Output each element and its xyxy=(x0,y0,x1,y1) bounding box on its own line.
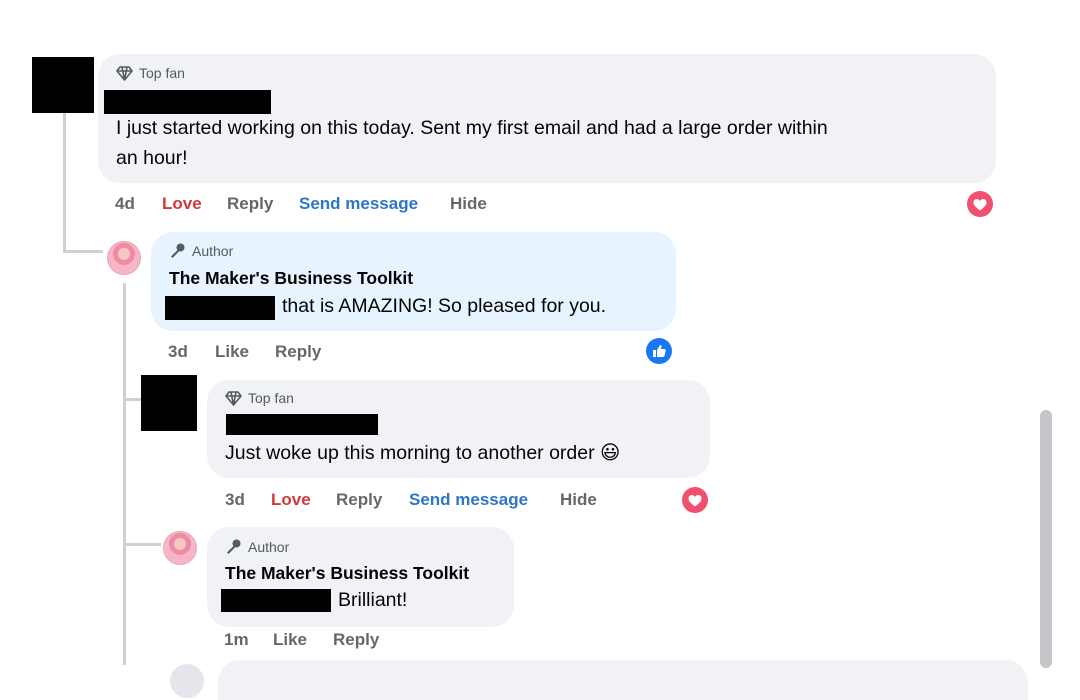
reaction-summary[interactable] xyxy=(645,337,673,365)
reaction-summary[interactable] xyxy=(966,190,994,218)
avatar-redacted[interactable] xyxy=(32,57,94,113)
author-avatar[interactable] xyxy=(107,241,141,275)
thread-line-main xyxy=(63,113,66,253)
diamond-icon xyxy=(225,390,242,406)
comment-actions: 3d Love Reply Send message Hide xyxy=(225,490,597,510)
comment-actions: 1m Like Reply xyxy=(224,630,379,650)
comment-text-line-2: an hour! xyxy=(116,147,188,169)
next-comment-bubble xyxy=(218,660,1028,700)
hide-button[interactable]: Hide xyxy=(450,194,487,214)
author-badge: Author xyxy=(225,538,289,555)
author-name[interactable]: The Maker's Business Toolkit xyxy=(225,563,469,584)
badge-label: Author xyxy=(192,242,234,259)
scrollbar-thumb[interactable] xyxy=(1040,410,1052,668)
reply-button[interactable]: Reply xyxy=(336,490,409,510)
love-button[interactable]: Love xyxy=(271,490,336,510)
timestamp[interactable]: 4d xyxy=(115,194,162,214)
reply-button[interactable]: Reply xyxy=(333,630,379,650)
comment-actions: 4d Love Reply Send message Hide xyxy=(115,194,487,214)
top-fan-badge: Top fan xyxy=(225,390,294,406)
badge-label: Author xyxy=(248,538,290,555)
timestamp[interactable]: 3d xyxy=(168,342,215,362)
mention-redacted[interactable] xyxy=(221,589,331,612)
love-button[interactable]: Love xyxy=(162,194,227,214)
next-comment-avatar[interactable] xyxy=(170,664,204,698)
author-avatar[interactable] xyxy=(163,531,197,565)
send-message-button[interactable]: Send message xyxy=(299,194,450,214)
thread-connector-2 xyxy=(123,398,141,401)
top-fan-badge: Top fan xyxy=(116,65,185,81)
comment-text: Brilliant! xyxy=(338,589,408,611)
comment-text-line-1: I just started working on this today. Se… xyxy=(116,117,828,139)
like-button[interactable]: Like xyxy=(215,342,275,362)
reply-button[interactable]: Reply xyxy=(275,342,321,362)
microphone-icon xyxy=(171,243,185,258)
author-badge: Author xyxy=(169,242,233,259)
thread-connector-3 xyxy=(123,543,161,546)
send-message-button[interactable]: Send message xyxy=(409,490,560,510)
avatar-redacted[interactable] xyxy=(141,375,197,431)
timestamp[interactable]: 1m xyxy=(224,630,273,650)
hide-button[interactable]: Hide xyxy=(560,490,597,510)
timestamp[interactable]: 3d xyxy=(225,490,271,510)
diamond-icon xyxy=(116,65,133,81)
like-icon xyxy=(646,338,672,364)
badge-label: Top fan xyxy=(139,65,185,81)
thread-connector-1 xyxy=(63,250,103,253)
reply-button[interactable]: Reply xyxy=(227,194,299,214)
comment-actions: 3d Like Reply xyxy=(168,342,321,362)
commenter-name-redacted[interactable] xyxy=(104,90,271,114)
comment-text: that is AMAZING! So pleased for you. xyxy=(282,295,607,317)
badge-label: Top fan xyxy=(248,390,294,406)
thread-line-2 xyxy=(123,283,126,665)
author-name[interactable]: The Maker's Business Toolkit xyxy=(169,268,413,289)
commenter-name-redacted[interactable] xyxy=(226,414,378,435)
like-button[interactable]: Like xyxy=(273,630,333,650)
microphone-icon xyxy=(227,539,241,554)
heart-icon xyxy=(967,191,993,217)
mention-redacted[interactable] xyxy=(165,296,275,320)
heart-icon xyxy=(682,487,708,513)
comment-text: Just woke up this morning to another ord… xyxy=(225,442,621,464)
reaction-summary[interactable] xyxy=(681,486,709,514)
